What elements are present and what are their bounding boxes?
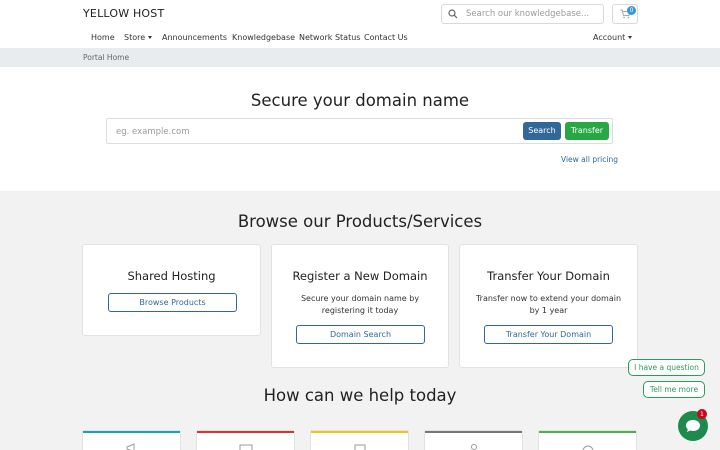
- nav-account-label: Account: [593, 33, 626, 42]
- top-header: YELLOW HOST 0: [0, 0, 720, 28]
- nav-knowledgebase[interactable]: Knowledgebase: [232, 33, 295, 42]
- help-card-accent: [83, 431, 180, 433]
- user-icon: [471, 444, 477, 450]
- card-description: Transfer now to extend your domain by 1 …: [475, 294, 622, 315]
- megaphone-icon: [126, 443, 135, 450]
- caret-down-icon: [628, 36, 633, 39]
- nav-network-status[interactable]: Network Status: [299, 33, 360, 42]
- chat-question-bubble[interactable]: I have a question: [628, 359, 705, 376]
- help-title: How can we help today: [263, 386, 457, 405]
- domain-search-card-button[interactable]: Domain Search: [296, 325, 425, 344]
- nav-account[interactable]: Account: [593, 33, 633, 42]
- domain-hero: Secure your domain name Search Transfer …: [0, 67, 720, 191]
- view-pricing-link[interactable]: View all pricing: [561, 155, 618, 164]
- nav-announcements[interactable]: Announcements: [162, 33, 227, 42]
- help-card-knowledgebase[interactable]: [310, 430, 409, 450]
- card-title: Transfer Your Domain: [487, 269, 610, 283]
- products-title: Browse our Products/Services: [237, 212, 483, 231]
- ticket-icon: [582, 445, 594, 450]
- transfer-domain-card-button[interactable]: Transfer Your Domain: [484, 325, 613, 344]
- browse-products-button[interactable]: Browse Products: [108, 293, 237, 312]
- knowledgebase-search[interactable]: [441, 4, 604, 24]
- chat-icon: [686, 420, 700, 432]
- domain-search-button[interactable]: Search: [523, 122, 561, 140]
- nav-contact-us[interactable]: Contact Us: [364, 33, 408, 42]
- help-card-accent: [539, 431, 636, 433]
- search-input[interactable]: [466, 6, 600, 22]
- card-description: Secure your domain name by registering i…: [300, 294, 420, 315]
- chat-notification-badge: 1: [697, 409, 707, 419]
- nav-store-label: Store: [124, 33, 146, 42]
- breadcrumb: Portal Home: [0, 48, 720, 67]
- card-title: Register a New Domain: [292, 269, 428, 283]
- book-icon: [354, 444, 366, 450]
- help-card-accent: [425, 431, 522, 433]
- chat-more-bubble[interactable]: Tell me more: [643, 381, 705, 398]
- product-card-shared-hosting: Shared Hosting Browse Products: [82, 244, 261, 336]
- brand-logo[interactable]: YELLOW HOST: [83, 7, 164, 20]
- server-icon: [239, 444, 253, 450]
- help-card-announcements[interactable]: [82, 430, 181, 450]
- card-title: Shared Hosting: [127, 269, 216, 283]
- main-nav: Home Store Announcements Knowledgebase N…: [0, 28, 720, 48]
- search-icon: [448, 9, 458, 19]
- domain-transfer-button[interactable]: Transfer: [565, 122, 609, 140]
- help-card-accent: [197, 431, 294, 433]
- nav-store[interactable]: Store: [124, 33, 153, 42]
- product-card-transfer-domain: Transfer Your Domain Transfer now to ext…: [459, 244, 638, 368]
- product-card-register-domain: Register a New Domain Secure your domain…: [271, 244, 449, 368]
- cart-count-badge: 0: [627, 6, 636, 15]
- help-card-support[interactable]: [538, 430, 637, 450]
- breadcrumb-portal-home[interactable]: Portal Home: [83, 53, 129, 62]
- domain-search-box: Search Transfer: [106, 118, 613, 144]
- help-card-network-status[interactable]: [196, 430, 295, 450]
- cart-button[interactable]: 0: [612, 4, 638, 24]
- caret-down-icon: [148, 36, 153, 39]
- nav-home[interactable]: Home: [91, 33, 115, 42]
- help-card-accent: [311, 431, 408, 433]
- hero-title: Secure your domain name: [250, 91, 470, 110]
- domain-input[interactable]: [116, 124, 516, 139]
- help-card-account[interactable]: [424, 430, 523, 450]
